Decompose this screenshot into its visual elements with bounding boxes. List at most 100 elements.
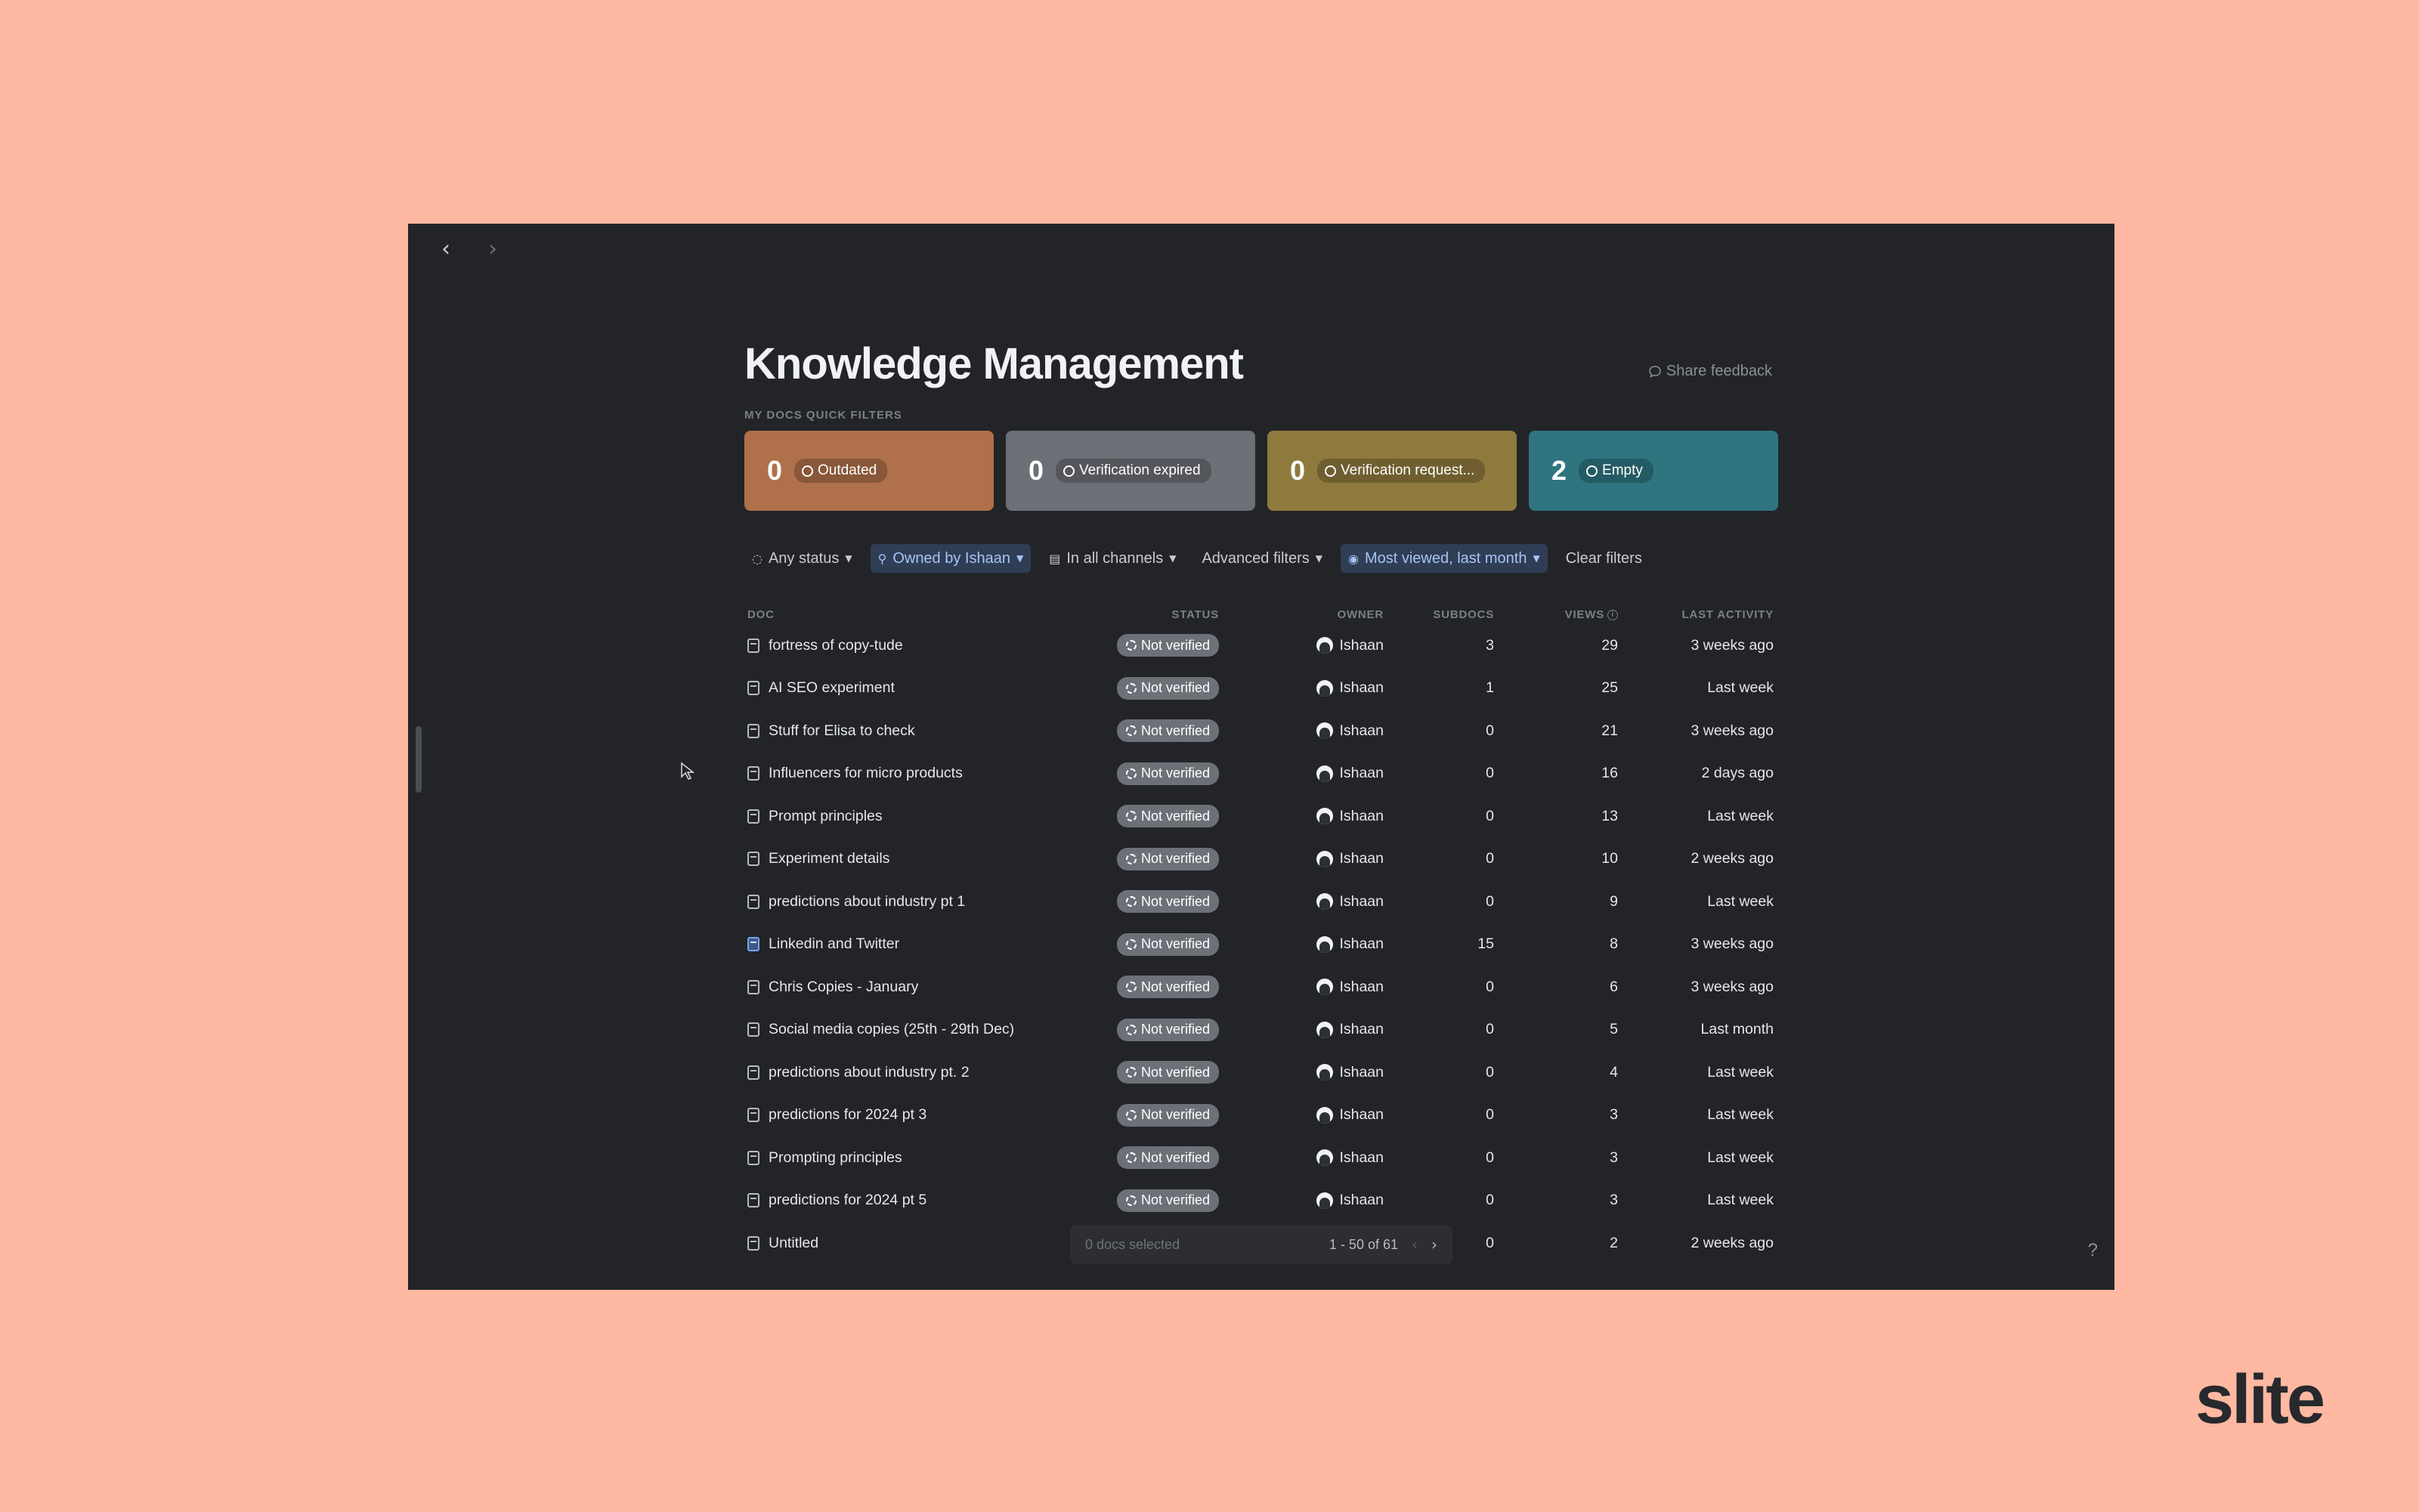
views-cell: 8: [1610, 935, 1618, 953]
status-badge[interactable]: Not verified: [1116, 847, 1219, 870]
doc-cell[interactable]: Social media copies (25th - 29th Dec): [744, 1021, 1092, 1038]
doc-title[interactable]: Prompt principles: [769, 808, 883, 825]
doc-icon: [747, 681, 759, 696]
doc-cell[interactable]: predictions for 2024 pt 3: [744, 1106, 1092, 1124]
doc-title[interactable]: Prompting principles: [769, 1149, 902, 1167]
dashed-circle-icon: ◌: [752, 551, 763, 566]
doc-cell[interactable]: Untitled: [744, 1235, 1092, 1252]
owner-cell: Ishaan: [1219, 679, 1384, 697]
doc-cell[interactable]: AI SEO experiment: [744, 679, 1092, 697]
table-row[interactable]: Prompting principles Not verified Ishaan 0 3…: [744, 1136, 1780, 1180]
clear-filters-button[interactable]: Clear filters: [1558, 544, 1650, 573]
status-badge[interactable]: Not verified: [1116, 890, 1219, 914]
table-row[interactable]: Influencers for micro products Not verifi…: [744, 753, 1780, 796]
doc-cell[interactable]: predictions for 2024 pt 5: [744, 1192, 1092, 1209]
doc-cell[interactable]: Chris Copies - January: [744, 979, 1092, 996]
doc-cell[interactable]: Prompting principles: [744, 1149, 1092, 1167]
header-subdocs[interactable]: SUBDOCS: [1384, 608, 1494, 621]
outdated-card[interactable]: 0 Outdated: [744, 431, 994, 511]
share-feedback-button[interactable]: Share feedback: [1648, 363, 1772, 380]
doc-cell[interactable]: Linkedin and Twitter: [744, 935, 1092, 953]
advanced-filters[interactable]: Advanced filters ▼: [1194, 544, 1330, 573]
doc-cell[interactable]: predictions about industry pt. 2: [744, 1064, 1092, 1081]
channels-filter[interactable]: ▤ In all channels ▼: [1041, 544, 1183, 573]
table-row[interactable]: Linkedin and Twitter Not verified Ishaan 15…: [744, 923, 1780, 966]
next-page-icon[interactable]: ›: [1431, 1235, 1437, 1254]
header-views[interactable]: VIEWS i: [1494, 608, 1618, 621]
status-badge[interactable]: Not verified: [1116, 676, 1219, 700]
forward-arrow-icon[interactable]: ›: [481, 237, 505, 261]
activity-cell: 2 weeks ago: [1691, 850, 1774, 867]
status-badge[interactable]: Not verified: [1116, 1146, 1219, 1170]
clock-icon: [1063, 465, 1075, 477]
doc-icon: [747, 1022, 759, 1037]
back-arrow-icon[interactable]: ‹: [434, 237, 458, 261]
sidebar-resize-handle[interactable]: [416, 726, 422, 793]
subdocs-cell: 0: [1486, 978, 1494, 995]
doc-title[interactable]: Influencers for micro products: [769, 765, 963, 782]
doc-title[interactable]: predictions for 2024 pt 3: [769, 1106, 926, 1124]
header-activity[interactable]: LAST ACTIVITY: [1618, 608, 1774, 621]
subdocs-cell: 0: [1486, 722, 1494, 739]
table-row[interactable]: Prompt principles Not verified Ishaan 0 13 La…: [744, 795, 1780, 838]
subdocs-cell: 15: [1477, 935, 1494, 953]
table-row[interactable]: predictions about industry pt. 2 Not veri…: [744, 1051, 1780, 1094]
doc-cell[interactable]: fortress of copy-tude: [744, 637, 1092, 654]
status-badge[interactable]: Not verified: [1116, 634, 1219, 657]
dashed-circle-icon: [1125, 1109, 1137, 1121]
owner-cell: Ishaan: [1219, 722, 1384, 740]
status-badge[interactable]: Not verified: [1116, 1018, 1219, 1041]
header-status[interactable]: STATUS: [1092, 608, 1219, 621]
status-label: Not verified: [1140, 851, 1210, 867]
table-row[interactable]: Social media copies (25th - 29th Dec) Not…: [744, 1009, 1780, 1052]
doc-title[interactable]: Experiment details: [769, 850, 889, 867]
prev-page-icon[interactable]: ‹: [1412, 1235, 1418, 1254]
owner-filter[interactable]: ⚲ Owned by Ishaan ▼: [870, 544, 1032, 573]
table-row[interactable]: Stuff for Elisa to check Not verified Isha…: [744, 710, 1780, 753]
avatar: [1316, 1106, 1334, 1124]
doc-title[interactable]: Social media copies (25th - 29th Dec): [769, 1021, 1014, 1038]
status-badge[interactable]: Not verified: [1116, 805, 1219, 828]
status-cell: Not verified: [1092, 805, 1219, 828]
doc-title[interactable]: predictions about industry pt. 2: [769, 1064, 970, 1081]
status-label: Not verified: [1140, 979, 1210, 994]
header-owner[interactable]: OWNER: [1219, 608, 1384, 621]
status-badge[interactable]: Not verified: [1116, 1061, 1219, 1084]
status-filter[interactable]: ◌ Any status ▼: [744, 544, 860, 573]
doc-title[interactable]: AI SEO experiment: [769, 679, 895, 697]
doc-title[interactable]: predictions about industry pt 1: [769, 893, 965, 911]
status-badge[interactable]: Not verified: [1116, 932, 1219, 956]
doc-title[interactable]: predictions for 2024 pt 5: [769, 1192, 926, 1209]
status-badge[interactable]: Not verified: [1116, 762, 1219, 785]
status-badge[interactable]: Not verified: [1116, 719, 1219, 743]
table-row[interactable]: Chris Copies - January Not verified Ishaan…: [744, 966, 1780, 1009]
doc-cell[interactable]: Stuff for Elisa to check: [744, 722, 1092, 740]
sort-filter[interactable]: ◉ Most viewed, last month ▼: [1340, 544, 1548, 573]
verification-request-card[interactable]: 0 Verification request...: [1267, 431, 1517, 511]
doc-cell[interactable]: Influencers for micro products: [744, 765, 1092, 782]
table-row[interactable]: fortress of copy-tude Not verified Ishaan 3…: [744, 624, 1780, 667]
table-row[interactable]: AI SEO experiment Not verified Ishaan 1 25 La…: [744, 667, 1780, 710]
doc-title[interactable]: Linkedin and Twitter: [769, 935, 899, 953]
verification-expired-chip: Verification expired: [1056, 459, 1211, 483]
info-icon[interactable]: i: [1607, 609, 1618, 620]
table-row[interactable]: predictions about industry pt 1 Not verif…: [744, 880, 1780, 923]
table-row[interactable]: predictions for 2024 pt 5 Not verified Ish…: [744, 1180, 1780, 1223]
doc-cell[interactable]: Prompt principles: [744, 808, 1092, 825]
doc-title[interactable]: Untitled: [769, 1235, 818, 1252]
table-row[interactable]: predictions for 2024 pt 3 Not verified Ish…: [744, 1094, 1780, 1137]
status-badge[interactable]: Not verified: [1116, 1189, 1219, 1212]
doc-cell[interactable]: Experiment details: [744, 850, 1092, 867]
status-badge[interactable]: Not verified: [1116, 1103, 1219, 1127]
empty-card[interactable]: 2 Empty: [1529, 431, 1778, 511]
person-icon: ⚲: [877, 551, 887, 566]
doc-title[interactable]: Stuff for Elisa to check: [769, 722, 915, 740]
table-row[interactable]: Experiment details Not verified Ishaan 0 10 2…: [744, 838, 1780, 881]
doc-title[interactable]: Chris Copies - January: [769, 979, 918, 996]
header-doc[interactable]: DOC: [744, 608, 1092, 621]
doc-cell[interactable]: predictions about industry pt 1: [744, 893, 1092, 911]
verification-expired-card[interactable]: 0 Verification expired: [1006, 431, 1255, 511]
help-button[interactable]: ?: [2088, 1240, 2098, 1261]
status-badge[interactable]: Not verified: [1116, 976, 1219, 999]
doc-title[interactable]: fortress of copy-tude: [769, 637, 903, 654]
